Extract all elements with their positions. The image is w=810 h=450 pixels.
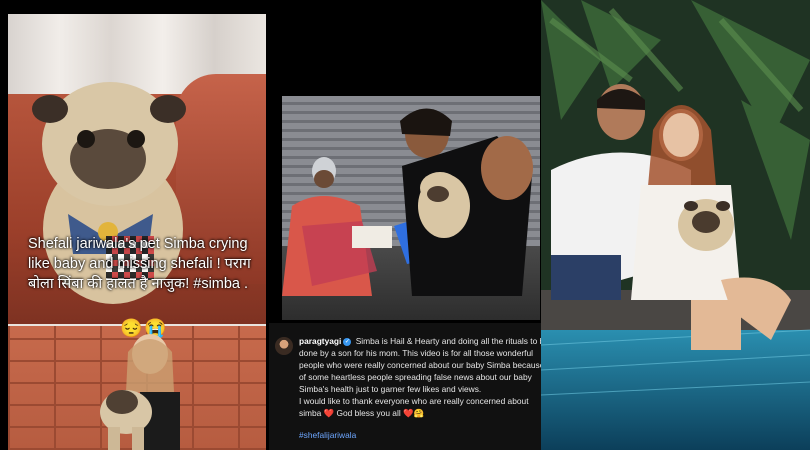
man-feeding-woman-with-pug-image	[282, 108, 533, 296]
caption-text-3: God bless you all	[336, 408, 401, 418]
user-avatar[interactable]	[275, 337, 293, 355]
overlay-caption-text: Shefali jariwala's pet Simba crying like…	[28, 236, 251, 292]
left-photo-panel: Shefali jariwala's pet Simba crying like…	[8, 14, 266, 450]
end-emojis: ❤️🤗	[403, 408, 424, 418]
right-photo-panel	[541, 0, 810, 450]
instagram-caption-box: paragtyagi ✓ Simba is Hail & Hearty and d…	[269, 323, 552, 450]
middle-photo-panel	[282, 96, 540, 320]
heart-icon: ❤️	[323, 408, 335, 418]
verified-badge-icon: ✓	[343, 337, 352, 346]
hashtag-link[interactable]: #shefalijariwala	[299, 429, 549, 441]
caption-body: paragtyagi ✓ Simba is Hail & Hearty and d…	[299, 335, 549, 441]
couple-with-pug-poolside-image	[541, 0, 810, 450]
username[interactable]: paragtyagi	[299, 336, 341, 346]
woman-holding-pug-image	[100, 334, 180, 450]
